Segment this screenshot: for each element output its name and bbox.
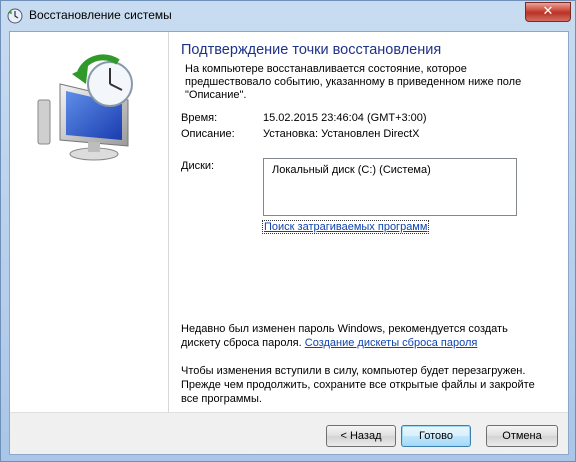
back-button[interactable]: < Назад bbox=[326, 425, 396, 447]
cancel-button[interactable]: Отмена bbox=[486, 425, 558, 447]
wizard-client-area: Подтверждение точки восстановления На ко… bbox=[9, 31, 569, 455]
main-panel: Подтверждение точки восстановления На ко… bbox=[169, 32, 568, 414]
button-bar: < Назад Готово Отмена bbox=[10, 412, 568, 454]
window-title: Восстановление системы bbox=[29, 8, 172, 22]
illustration-panel bbox=[10, 32, 169, 414]
restore-description: На компьютере восстанавливается состояни… bbox=[185, 63, 522, 101]
disks-label: Диски: bbox=[181, 160, 215, 172]
time-label: Время: bbox=[181, 112, 218, 124]
system-restore-window: Восстановление системы ✕ Подтверждение т… bbox=[0, 0, 576, 462]
create-password-reset-disk-link[interactable]: Создание дискеты сброса пароля bbox=[305, 337, 478, 349]
title-bar[interactable]: Восстановление системы ✕ bbox=[1, 1, 576, 29]
time-value: 15.02.2015 23:46:04 (GMT+3:00) bbox=[263, 112, 427, 124]
system-restore-icon bbox=[7, 8, 23, 24]
system-restore-computer-clock-icon bbox=[37, 54, 133, 161]
list-item[interactable]: Локальный диск (C:) (Система) bbox=[272, 164, 431, 176]
finish-button[interactable]: Готово bbox=[401, 425, 471, 447]
close-icon: ✕ bbox=[542, 4, 554, 19]
scan-affected-programs-link[interactable]: Поиск затрагиваемых программ bbox=[261, 220, 430, 234]
description-value: Установка: Установлен DirectX bbox=[263, 128, 420, 140]
password-notice: Недавно был изменен пароль Windows, реко… bbox=[181, 322, 541, 350]
page-title: Подтверждение точки восстановления bbox=[181, 42, 442, 58]
disks-list[interactable]: Локальный диск (C:) (Система) bbox=[263, 158, 517, 216]
description-label: Описание: bbox=[181, 128, 235, 140]
close-button[interactable]: ✕ bbox=[525, 2, 571, 22]
restart-notice: Чтобы изменения вступили в силу, компьют… bbox=[181, 365, 535, 405]
